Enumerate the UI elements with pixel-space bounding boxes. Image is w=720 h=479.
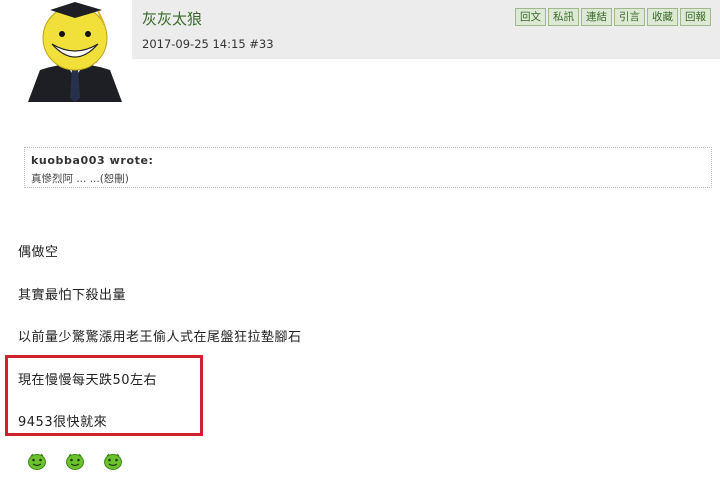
post-line: 以前量少驚驚漲用老王偷人式在尾盤狂拉墊腳石 [18, 330, 302, 345]
quote-block: kuobba003 wrote: 真慘烈阿 ... ...(恕刪) [24, 147, 712, 188]
post-toolbar: 回文 私訊 連結 引言 收藏 回報 [515, 8, 713, 26]
quote-button[interactable]: 引言 [614, 8, 645, 26]
user-avatar[interactable] [22, 0, 128, 102]
link-button[interactable]: 連結 [581, 8, 612, 26]
emoticon-row [27, 452, 141, 470]
post-line: 偶做空 [18, 245, 59, 260]
quote-author: kuobba003 wrote: [31, 154, 154, 167]
post-username[interactable]: 灰灰太狼 [142, 8, 202, 29]
green-smiley-icon [104, 453, 122, 470]
report-button[interactable]: 回報 [680, 8, 711, 26]
quote-text: 真慘烈阿 ... ...(恕刪) [31, 173, 129, 185]
avatar-image [22, 0, 128, 102]
post-timestamp: 2017-09-25 14:15 #33 [142, 37, 274, 51]
private-message-button[interactable]: 私訊 [548, 8, 579, 26]
favorite-button[interactable]: 收藏 [647, 8, 678, 26]
green-smiley-icon [28, 453, 46, 470]
green-smiley-icon [66, 453, 84, 470]
highlight-annotation [5, 355, 203, 436]
reply-button[interactable]: 回文 [515, 8, 546, 26]
post-line: 其實最怕下殺出量 [18, 288, 127, 303]
